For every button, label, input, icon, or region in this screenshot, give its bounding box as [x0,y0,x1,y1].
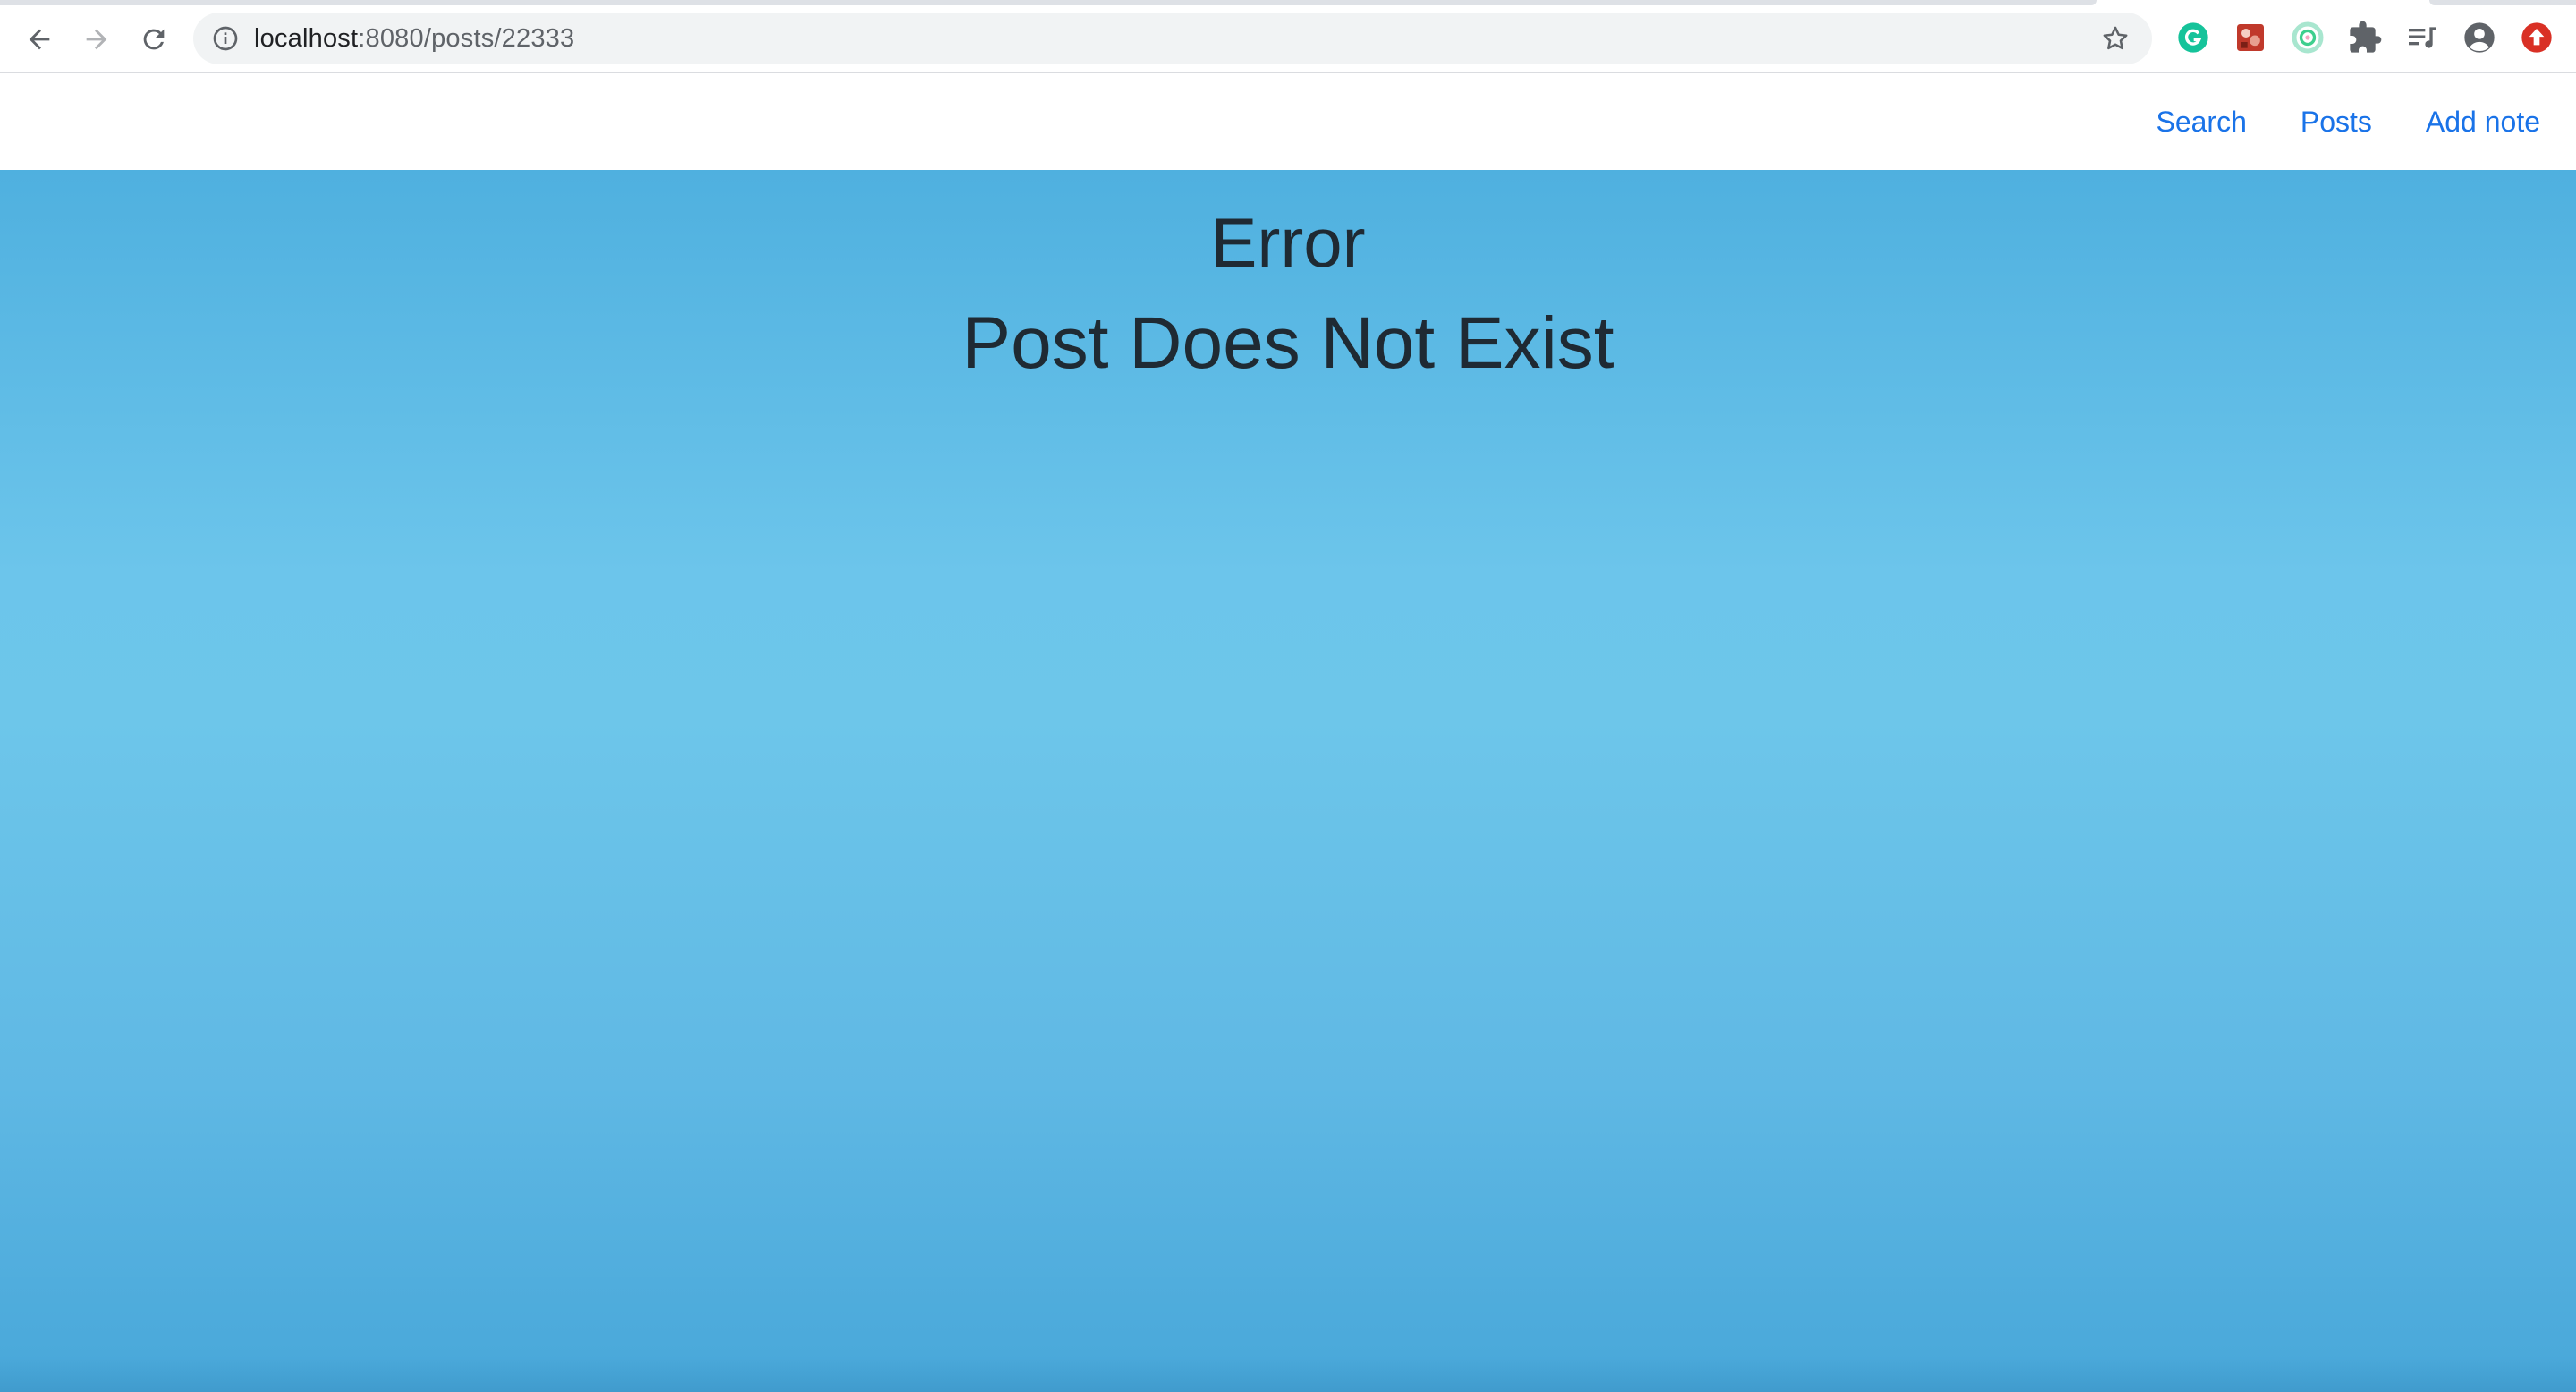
back-arrow-icon [29,29,50,50]
site-navbar: Search Posts Add note [0,73,2576,170]
url-path: :8080/posts/22333 [358,24,575,53]
red-extension-icon[interactable] [2233,20,2268,55]
main-content: Error Post Does Not Exist [0,170,2576,1392]
browser-toolbar: localhost:8080/posts/22333 [0,0,2576,73]
back-button[interactable] [16,16,63,63]
star-icon[interactable] [2100,23,2131,54]
nav-link-add-note[interactable]: Add note [2426,106,2540,139]
nav-link-search[interactable]: Search [2156,106,2246,139]
forward-button[interactable] [73,16,120,63]
bottom-shade [0,1356,2576,1392]
grammarly-icon[interactable] [2175,20,2211,55]
address-bar[interactable]: localhost:8080/posts/22333 [193,13,2152,64]
nav-link-posts[interactable]: Posts [2301,106,2372,139]
green-ring-extension-icon[interactable] [2290,20,2326,55]
tab-strip [0,0,2097,5]
forward-arrow-icon [86,29,107,50]
profile-icon[interactable] [2462,20,2497,55]
url-host: localhost [254,24,359,53]
nav-links: Search Posts Add note [2156,73,2540,170]
media-queue-icon[interactable] [2404,20,2440,55]
tab-strip-right [2429,0,2576,5]
info-icon[interactable] [211,24,240,53]
error-title: Error [1210,203,1366,282]
reload-button[interactable] [131,16,177,63]
error-message: Post Does Not Exist [962,302,1614,384]
reload-icon [143,29,165,50]
update-icon[interactable] [2519,20,2555,55]
url-text[interactable]: localhost:8080/posts/22333 [254,25,574,52]
puzzle-icon[interactable] [2347,20,2383,55]
